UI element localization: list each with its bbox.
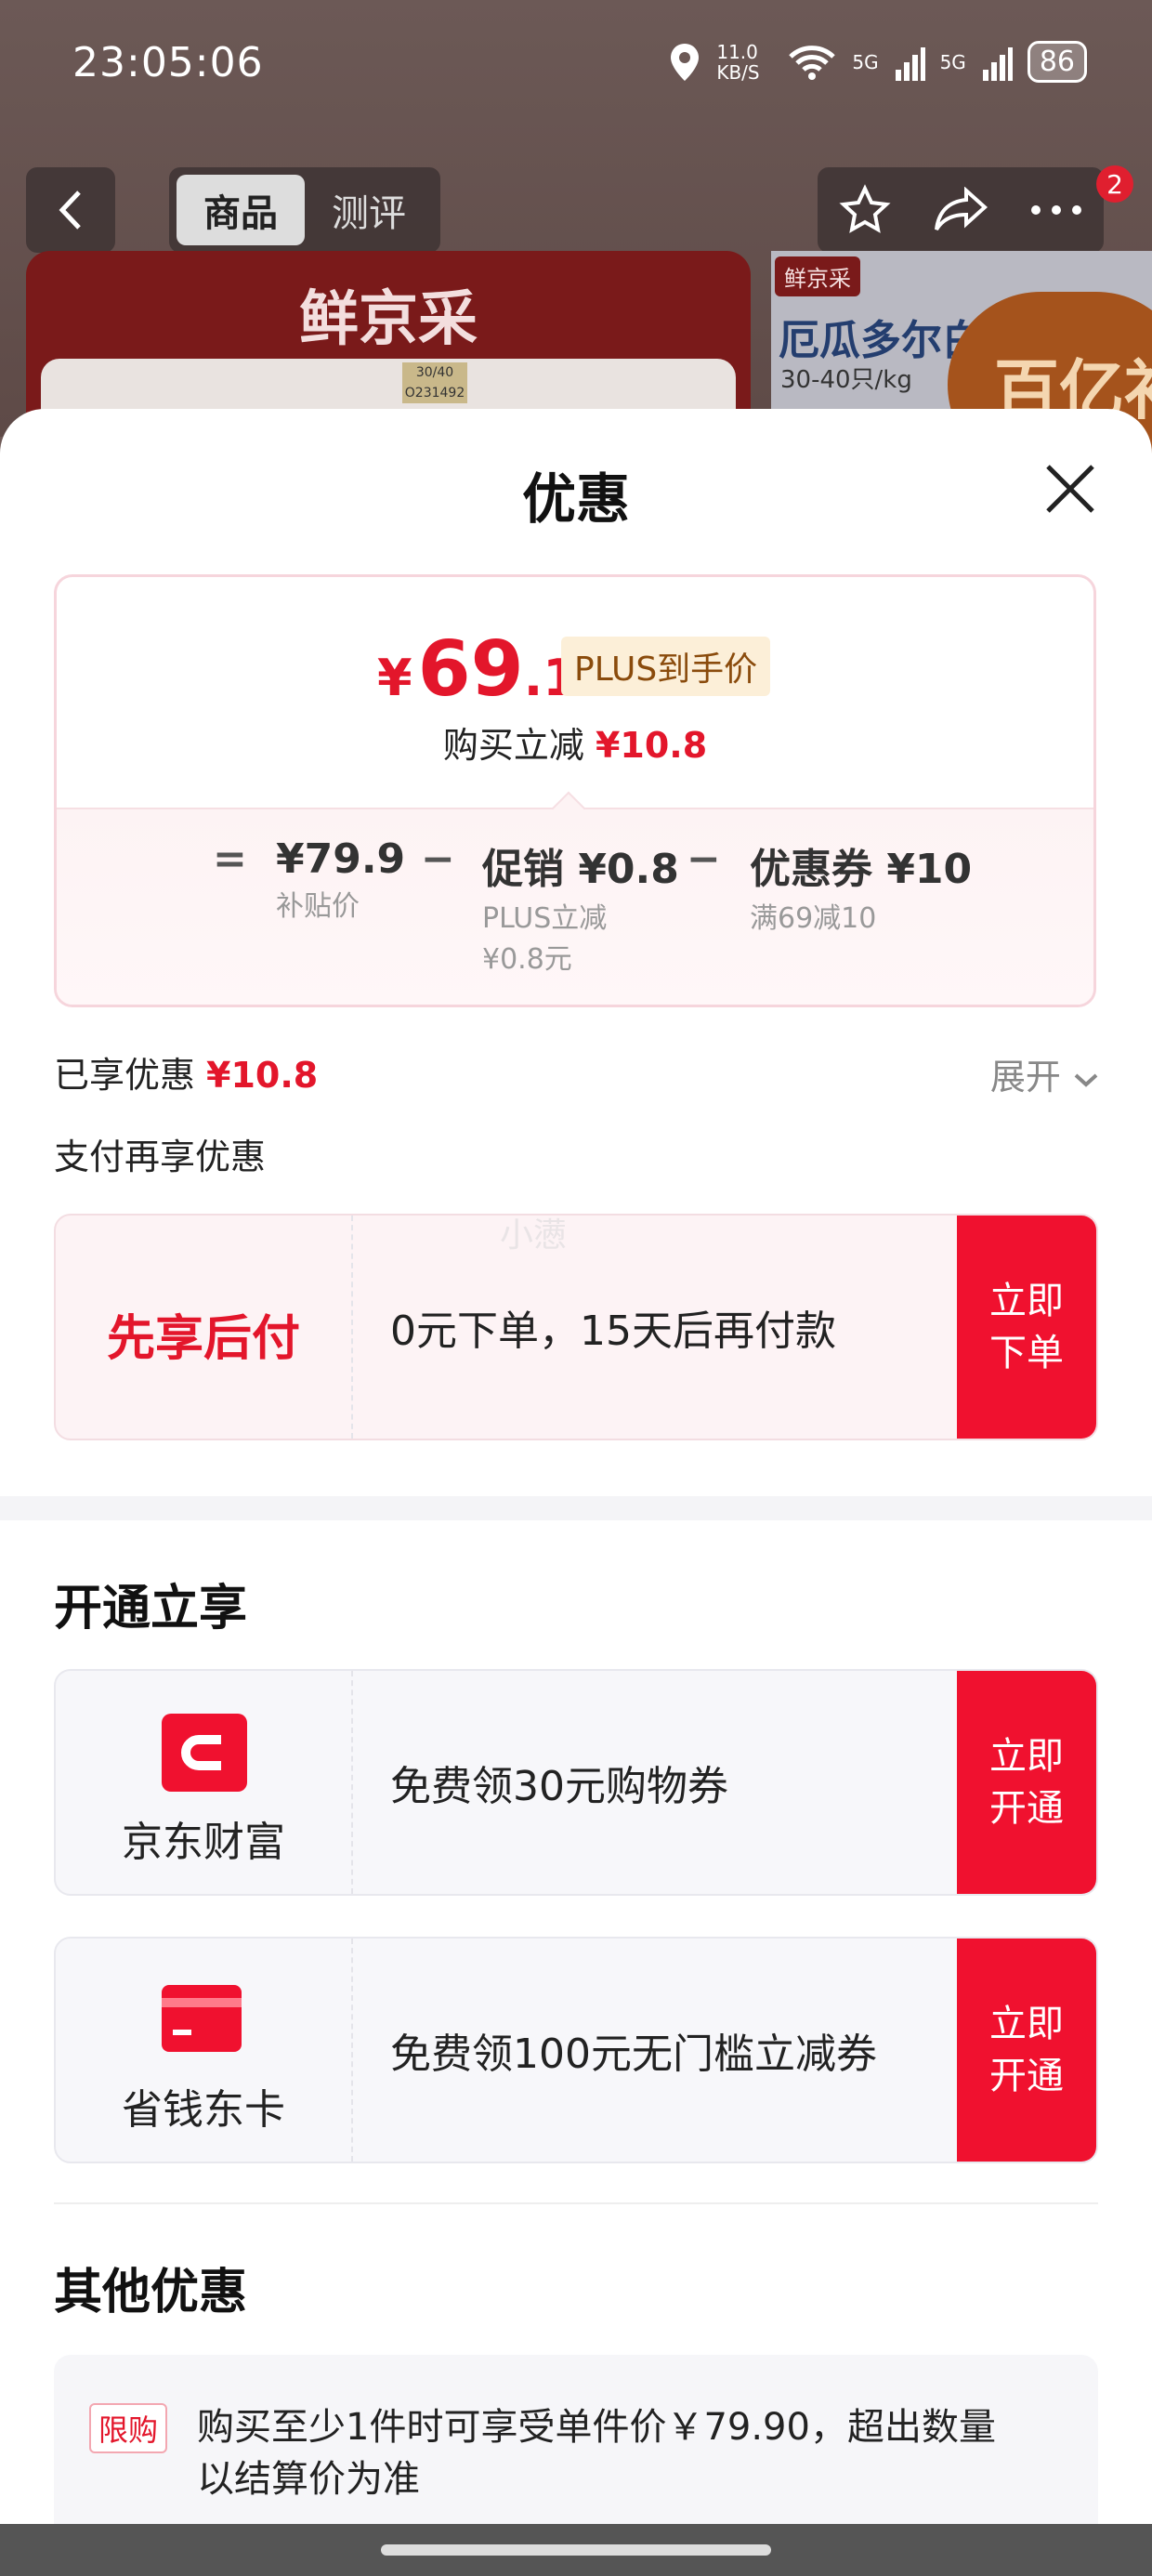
signal-5g-label-1: 5G — [852, 50, 879, 73]
share-icon[interactable] — [933, 187, 988, 233]
plus-price-tag: PLUS到手价 — [561, 637, 771, 696]
price-card: ¥ 69 .1 PLUS到手价 购买立减 ¥10.8 = ¥79.9 补贴价 −… — [54, 574, 1096, 1007]
coupon-value: 优惠券 ¥10 — [750, 846, 973, 893]
base-price: ¥79.9 — [276, 835, 406, 883]
jd-wealth-icon — [162, 1714, 247, 1792]
location-icon — [671, 43, 700, 81]
open-section-title: 开通立享 — [54, 1581, 248, 1636]
equals-sign: = — [213, 835, 247, 883]
top-actions — [818, 167, 1104, 253]
chevron-left-icon — [59, 191, 81, 230]
base-price-label: 补贴价 — [276, 890, 360, 923]
tab-review[interactable]: 测评 — [305, 175, 433, 245]
open-now-label-2: 立即 开通 — [989, 2003, 1064, 2097]
pay-later-title: 先享后付 — [106, 1311, 300, 1367]
promo-value: 促销 ¥0.8 — [482, 846, 679, 893]
pay-later-left: 先享后付 — [56, 1216, 353, 1439]
coupon-label: 满69减10 — [750, 902, 877, 935]
home-indicator[interactable] — [381, 2544, 771, 2556]
expand-label: 展开 — [989, 1057, 1061, 1097]
open-now-button-1[interactable]: 立即 开通 — [957, 1671, 1096, 1894]
status-time: 23:05:06 — [72, 39, 264, 86]
instant-value: ¥10.8 — [595, 725, 708, 766]
saving-card-left: 省钱东卡 — [56, 1939, 353, 2162]
status-icons: 11.0 KB/S 5G 5G 86 — [668, 41, 1087, 83]
signal-icon-1 — [895, 46, 925, 81]
open-now-button-2[interactable]: 立即 开通 — [957, 1939, 1096, 2162]
star-icon[interactable] — [839, 184, 891, 236]
more-icon[interactable] — [1030, 204, 1082, 216]
discount-sheet: 优惠 ¥ 69 .1 PLUS到手价 购买立减 ¥10.8 = ¥79.9 补贴… — [0, 409, 1152, 2576]
section-divider — [0, 1496, 1152, 1520]
promo-label-1: PLUS立减 — [482, 902, 608, 935]
close-icon[interactable] — [1041, 459, 1100, 519]
sheet-title: 优惠 — [521, 467, 630, 531]
product-brand: 鲜京采 — [299, 285, 478, 354]
other-section-title: 其他优惠 — [54, 2265, 248, 2320]
net-speed: 11.0 KB/S — [716, 40, 760, 84]
saving-card-desc: 免费领100元无门槛立减券 — [390, 2031, 877, 2078]
offer-jd-wealth: 京东财富 免费领30元购物券 立即 开通 — [54, 1669, 1098, 1896]
product-tag: 30/40 O231492 — [402, 362, 467, 403]
side-brand: 鲜京采 — [775, 256, 860, 296]
tab-product[interactable]: 商品 — [177, 175, 305, 245]
wifi-icon — [789, 45, 836, 80]
offer-saving-card: 省钱东卡 免费领100元无门槛立减券 立即 开通 — [54, 1937, 1098, 2163]
saved-value: ¥10.8 — [206, 1055, 319, 1096]
coupon-col: 优惠券 ¥10 满69减10 — [750, 835, 972, 940]
saved-discount: 已享优惠 ¥10.8 — [54, 1046, 318, 1097]
other-offer-text: 购买至少1件时可享受单件价￥79.90，超出数量以结算价为准 — [197, 2406, 996, 2501]
side-spec: 30-40只/kg — [780, 366, 912, 394]
promo-col: 促销 ¥0.8 PLUS立减 ¥0.8元 — [482, 835, 679, 980]
product-tag-line1: 30/40 — [415, 365, 454, 380]
limit-tag: 限购 — [89, 2403, 168, 2453]
instant-label: 购买立减 — [442, 725, 584, 766]
promo-label-2: ¥0.8元 — [482, 943, 572, 976]
instant-discount: 购买立减 ¥10.8 — [57, 716, 1093, 768]
battery-indicator: 86 — [1027, 41, 1087, 83]
pay-later-desc: 0元下单，15天后再付款 — [390, 1308, 836, 1355]
order-now-button[interactable]: 立即 下单 — [957, 1216, 1096, 1439]
jd-wealth-left: 京东财富 — [56, 1671, 353, 1894]
tab-bar: 商品 测评 — [169, 167, 440, 253]
minus-sign-1: − — [421, 835, 455, 883]
pay-again-label: 支付再享优惠 — [54, 1137, 267, 1177]
open-now-label-1: 立即 开通 — [989, 1735, 1064, 1830]
price-integer: 69 — [417, 625, 524, 714]
signal-5g-label-2: 5G — [939, 50, 966, 73]
divider-line — [54, 2202, 1098, 2204]
expand-button[interactable]: 展开 — [990, 1048, 1100, 1099]
saving-card-name: 省钱东卡 — [122, 2086, 285, 2134]
final-price: ¥ 69 .1 — [377, 625, 578, 714]
product-tag-line2: O231492 — [404, 386, 465, 401]
order-now-label: 立即 下单 — [989, 1280, 1064, 1374]
chevron-down-icon — [1074, 1073, 1098, 1087]
home-indicator-bar — [0, 2524, 1152, 2576]
signal-icon-2 — [982, 46, 1013, 81]
pay-later-offer: 先享后付 0元下单，15天后再付款 立即 下单 — [54, 1214, 1098, 1440]
minus-sign-2: − — [687, 835, 721, 883]
status-bar: 23:05:06 11.0 KB/S 5G 5G 86 — [0, 0, 1152, 139]
more-badge: 2 — [1096, 165, 1133, 203]
base-price-col: ¥79.9 补贴价 — [276, 835, 405, 927]
currency-symbol: ¥ — [377, 649, 412, 707]
saved-label: 已享优惠 — [54, 1055, 196, 1096]
back-button[interactable] — [26, 167, 115, 253]
card-icon — [162, 1985, 242, 2052]
jd-wealth-desc: 免费领30元购物券 — [390, 1763, 728, 1810]
jd-wealth-name: 京东财富 — [122, 1819, 285, 1866]
watermark: 小懑 — [500, 1216, 568, 1255]
